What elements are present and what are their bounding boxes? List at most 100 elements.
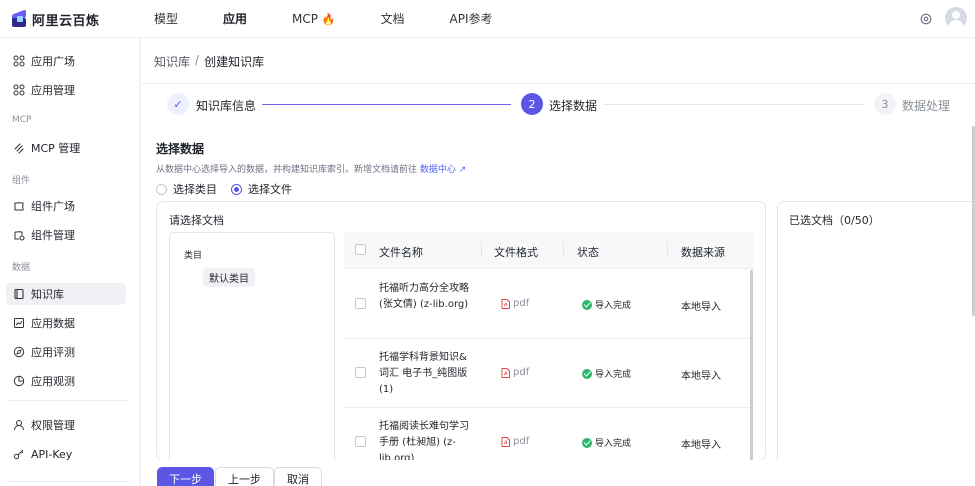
- data-center-link-label: 数据中心: [419, 165, 456, 175]
- table-row[interactable]: 托福学科背景知识&词汇 电子书_纯图版 (1) pdf 导入完成 本地导入: [344, 339, 754, 408]
- step-progress: ✓ 知识库信息 2 选择数据 3 数据处理: [141, 93, 975, 117]
- table-header: 文件名称 文件格式 状态 数据来源: [344, 232, 754, 269]
- nav-mcp-label: MCP: [292, 12, 318, 26]
- data-source: 本地导入: [681, 302, 721, 313]
- step-connector-2: [604, 104, 864, 105]
- file-format: pdf: [501, 298, 529, 309]
- step-connector-1: [262, 104, 511, 105]
- file-format: pdf: [501, 436, 529, 447]
- column-divider: [481, 242, 482, 258]
- sidebar-item-label: 知识库: [31, 288, 64, 301]
- puzzle-settings-icon: [14, 230, 25, 241]
- file-name: 托福学科背景知识&词汇 电子书_纯图版 (1): [379, 352, 468, 395]
- next-step-button[interactable]: 下一步: [157, 467, 214, 486]
- step-2-label: 选择数据: [549, 99, 598, 113]
- breadcrumb-knowledge-base[interactable]: 知识库: [154, 53, 190, 70]
- puzzle-icon: [14, 201, 24, 211]
- grid-icon: [13, 84, 25, 96]
- grid-icon: [13, 55, 25, 67]
- sidebar-item-label: 应用广场: [31, 55, 75, 68]
- nav-apps[interactable]: 应用: [223, 0, 247, 38]
- pdf-icon: [501, 298, 510, 309]
- sidebar-item-app-plaza[interactable]: 应用广场: [6, 50, 126, 72]
- sidebar-divider: [8, 481, 128, 482]
- breadcrumb: 知识库 / 创建知识库: [154, 53, 264, 70]
- data-source: 本地导入: [681, 440, 721, 451]
- document-select-panel: 请选择文档 类目 默认类目 文件名称 文件格式 状态 数据来源 托福听力高分全攻…: [156, 201, 766, 461]
- nav-mcp[interactable]: MCP 🔥: [292, 0, 336, 38]
- brand-icon: [11, 8, 27, 28]
- status-badge: 导入完成: [582, 298, 631, 311]
- radio-select-category[interactable]: [156, 183, 167, 195]
- key-icon: [13, 449, 24, 460]
- brand-name: 阿里云百炼: [32, 14, 100, 29]
- sidebar-group-components: 组件: [12, 176, 31, 186]
- step-1-label: 知识库信息: [196, 99, 257, 113]
- status-label: 导入完成: [595, 301, 632, 311]
- table-scrollbar[interactable]: [750, 270, 753, 460]
- column-source: 数据来源: [681, 246, 725, 259]
- sidebar-item-app-management[interactable]: 应用管理: [6, 79, 126, 101]
- selected-documents-panel: 已选文档（0/50）: [777, 201, 975, 471]
- step-2-indicator: 2: [521, 93, 543, 115]
- pdf-icon: [501, 367, 510, 378]
- previous-step-button[interactable]: 上一步: [215, 467, 274, 486]
- main-content: 知识库 / 创建知识库 ✓ 知识库信息 2 选择数据 3 数据处理 选择数据 从…: [141, 38, 975, 486]
- sidebar-item-label: 组件管理: [31, 229, 75, 242]
- step-1-check-icon: ✓: [167, 93, 189, 115]
- sidebar-item-permissions[interactable]: 权限管理: [6, 414, 126, 436]
- select-all-checkbox[interactable]: [355, 244, 366, 255]
- column-file-name: 文件名称: [379, 246, 423, 259]
- file-format-label: pdf: [513, 436, 530, 447]
- avatar[interactable]: [945, 7, 967, 29]
- sidebar-item-api-key[interactable]: API-Key: [6, 443, 126, 465]
- selected-documents-title: 已选文档（0/50）: [789, 214, 880, 227]
- top-nav: 模型 应用 MCP 🔥 文档 API参考: [154, 0, 538, 38]
- radio-select-category-label[interactable]: 选择类目: [173, 181, 217, 197]
- pie-icon: [13, 375, 25, 387]
- breadcrumb-separator: /: [195, 53, 200, 67]
- sidebar-item-app-evaluation[interactable]: 应用评测: [6, 341, 126, 363]
- sidebar-group-mcp: MCP: [12, 115, 32, 125]
- step-3-label: 数据处理: [902, 99, 951, 113]
- sidebar-item-app-data[interactable]: 应用数据: [6, 312, 126, 334]
- column-file-format: 文件格式: [494, 246, 538, 259]
- row-checkbox[interactable]: [355, 298, 366, 309]
- user-icon: [14, 420, 24, 431]
- column-divider: [667, 242, 668, 258]
- brand-logo[interactable]: 阿里云百炼: [11, 8, 100, 29]
- file-format-label: pdf: [513, 298, 530, 309]
- nav-models[interactable]: 模型: [154, 0, 178, 38]
- book-icon: [14, 288, 24, 300]
- sidebar-item-mcp-management[interactable]: MCP 管理: [6, 137, 126, 159]
- table-row[interactable]: 托福阅读长难句学习手册 (杜昶旭) (z-lib.org) pdf 导入完成 本…: [344, 408, 754, 461]
- nav-api-reference[interactable]: API参考: [450, 0, 493, 38]
- data-source: 本地导入: [681, 371, 721, 382]
- document-select-title: 请选择文档: [169, 214, 224, 227]
- file-format-label: pdf: [513, 367, 530, 378]
- row-checkbox[interactable]: [355, 367, 366, 378]
- cancel-button[interactable]: 取消: [274, 467, 322, 486]
- category-item-default[interactable]: 默认类目: [203, 268, 255, 287]
- section-description: 从数据中心选择导入的数据，并构建知识库索引。新增文档请前往 数据中心 ↗: [156, 162, 466, 175]
- table-row[interactable]: 托福听力高分全攻略 (张文倩) (z-lib.org) pdf 导入完成 本地导…: [344, 270, 754, 339]
- fire-icon: 🔥: [321, 13, 336, 26]
- radio-select-file-label[interactable]: 选择文件: [248, 181, 292, 197]
- top-bar: 阿里云百炼 模型 应用 MCP 🔥 文档 API参考: [0, 0, 975, 38]
- file-name: 托福阅读长难句学习手册 (杜昶旭) (z-lib.org): [379, 421, 469, 461]
- sidebar-item-label: 权限管理: [31, 419, 75, 432]
- data-center-link[interactable]: 数据中心 ↗: [420, 165, 466, 175]
- radio-select-file[interactable]: [231, 183, 242, 195]
- sidebar-item-knowledge-base[interactable]: 知识库: [6, 283, 126, 305]
- sidebar-item-component-management[interactable]: 组件管理: [6, 224, 126, 246]
- row-checkbox[interactable]: [355, 436, 366, 447]
- nav-docs[interactable]: 文档: [381, 0, 405, 38]
- sidebar-item-label: 应用数据: [31, 317, 75, 330]
- file-format: pdf: [501, 367, 529, 378]
- status-label: 导入完成: [595, 370, 632, 380]
- sidebar-item-label: MCP 管理: [31, 142, 81, 155]
- sidebar-item-component-plaza[interactable]: 组件广场: [6, 195, 126, 217]
- sidebar-item-app-observation[interactable]: 应用观测: [6, 370, 126, 392]
- gear-icon[interactable]: [919, 12, 933, 26]
- section-title: 选择数据: [156, 142, 205, 156]
